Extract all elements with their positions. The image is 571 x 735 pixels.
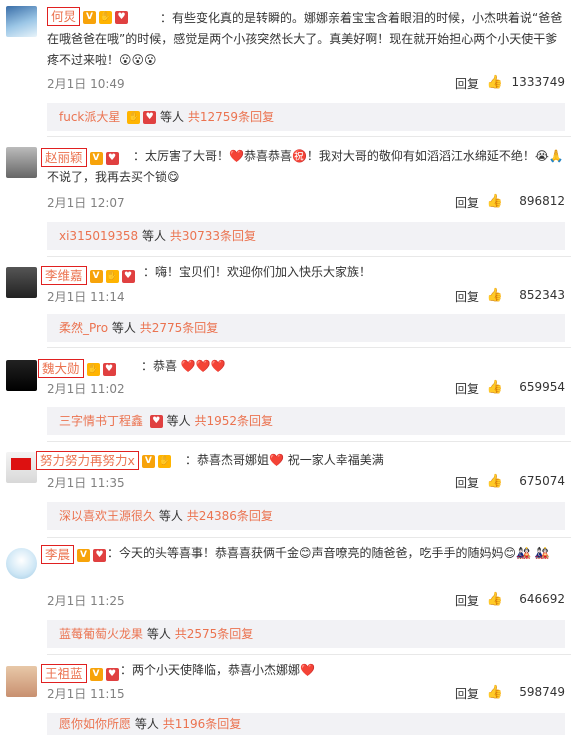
avatar[interactable]: [6, 452, 37, 483]
comment-item: 王祖蓝 V ♥ ：两个小天使降临，恭喜小杰娜娜❤️ 2月1日 11:15 回复 👍 …: [0, 656, 571, 735]
fan-badge-icon: ✋: [127, 111, 141, 124]
comment-item: 李维嘉 V ✋ ♥ ：嗨！宝贝们！欢迎你们加入快乐大家族！ 2月1日 11:14 回复…: [0, 257, 571, 348]
reply-user[interactable]: 蓝莓葡萄火龙果: [59, 627, 143, 641]
reply-count-link[interactable]: 共12759条回复: [188, 110, 274, 124]
comment-meta: 2月1日 11:14 回复 👍 852343: [47, 288, 565, 304]
reply-button[interactable]: 回复: [455, 194, 479, 211]
comment-time: 2月1日 11:14: [47, 290, 125, 304]
avatar[interactable]: [6, 6, 37, 37]
comment-item: 魏大勋 ✋ ♥ ：恭喜 ❤️❤️❤️ 2月1日 11:02 回复 👍 659954 …: [0, 348, 571, 442]
avatar[interactable]: [6, 666, 37, 697]
reply-summary[interactable]: fuck派大星 ✋ ♥ 等人 共12759条回复: [47, 103, 565, 131]
comment-meta: 2月1日 11:35 回复 👍 675074: [47, 474, 565, 490]
comment-time: 2月1日 11:02: [47, 382, 125, 396]
reply-mid: 等人: [134, 717, 159, 731]
reply-user[interactable]: 深以喜欢王源很久: [59, 509, 155, 523]
reply-user[interactable]: 三字情书丁程鑫: [59, 414, 143, 428]
reply-count-link[interactable]: 共2775条回复: [140, 321, 219, 335]
reply-summary[interactable]: 柔然_Pro 等人 共2775条回复: [47, 314, 565, 342]
comment-meta: 2月1日 10:49 回复 👍 1333749: [47, 75, 565, 91]
comment-text: ：太厉害了大哥！❤️恭喜恭喜㊗️！我对大哥的敬仰有如滔滔江水绵延不绝！😭🙏 不说…: [47, 149, 564, 184]
like-count: 659954: [519, 380, 565, 394]
like-icon[interactable]: 👍: [487, 75, 503, 90]
comment-meta: 2月1日 11:25 回复 👍 646692: [47, 592, 565, 608]
reply-user[interactable]: xi315019358: [59, 229, 138, 243]
reply-mid: 等人: [111, 321, 136, 335]
like-count: 852343: [519, 288, 565, 302]
comment-text: ：今天的头等喜事！恭喜喜获俩千金😊声音嘹亮的随爸爸，吃手手的随妈妈😊🎎 🎎: [107, 546, 550, 560]
reply-button[interactable]: 回复: [455, 75, 479, 92]
comment-time: 2月1日 11:15: [47, 687, 125, 701]
comment-text: ：恭喜杰哥娜姐❤️ 祝一家人幸福美满: [185, 453, 384, 467]
comment-time: 2月1日 11:25: [47, 594, 125, 608]
reply-button[interactable]: 回复: [455, 685, 479, 702]
reply-user[interactable]: fuck派大星: [59, 110, 120, 124]
like-count: 896812: [519, 194, 565, 208]
reply-user[interactable]: 柔然_Pro: [59, 321, 108, 335]
comment-text: ：恭喜 ❤️❤️❤️: [141, 359, 226, 373]
like-count: 646692: [519, 592, 565, 606]
membership-badge-icon: ♥: [149, 415, 163, 428]
comment-meta: 2月1日 11:02 回复 👍 659954: [47, 380, 565, 396]
comment-item: 努力努力再努力x V ✋ ：恭喜杰哥娜姐❤️ 祝一家人幸福美满 2月1日 11:35…: [0, 442, 571, 538]
flag-icon: [11, 458, 31, 470]
reply-button[interactable]: 回复: [455, 592, 479, 609]
comment-item: 赵丽颖 V ♥ ：太厉害了大哥！❤️恭喜恭喜㊗️！我对大哥的敬仰有如滔滔江水绵延不绝…: [0, 137, 571, 257]
reply-mid: 等人: [160, 110, 185, 124]
reply-mid: 等人: [146, 627, 171, 641]
reply-mid: 等人: [158, 509, 183, 523]
like-icon[interactable]: 👍: [487, 592, 503, 607]
like-icon[interactable]: 👍: [487, 194, 503, 209]
avatar[interactable]: [6, 147, 37, 178]
like-icon[interactable]: 👍: [487, 474, 503, 489]
reply-button[interactable]: 回复: [455, 288, 479, 305]
like-count: 1333749: [511, 75, 565, 89]
like-icon[interactable]: 👍: [487, 380, 503, 395]
reply-summary[interactable]: 三字情书丁程鑫 ♥ 等人 共1952条回复: [47, 407, 565, 435]
reply-button[interactable]: 回复: [455, 474, 479, 491]
divider: [47, 654, 571, 655]
like-icon[interactable]: 👍: [487, 288, 503, 303]
reply-count-link[interactable]: 共1196条回复: [163, 717, 242, 731]
membership-badge-icon: ♥: [143, 111, 157, 124]
avatar[interactable]: [6, 267, 37, 298]
reply-summary[interactable]: xi315019358 等人 共30733条回复: [47, 222, 565, 250]
comment-meta: 2月1日 12:07 回复 👍 896812: [47, 194, 565, 210]
comment-meta: 2月1日 11:15 回复 👍 598749: [47, 685, 565, 701]
avatar[interactable]: [6, 360, 37, 391]
reply-button[interactable]: 回复: [455, 380, 479, 397]
reply-mid: 等人: [166, 414, 191, 428]
comment-text: ：有些变化真的是转瞬的。娜娜亲着宝宝含着眼泪的时候，小杰哄着说“爸爸在哦爸爸在哦…: [47, 11, 563, 67]
reply-user[interactable]: 愿你如你所愿: [59, 717, 131, 731]
reply-count-link[interactable]: 共24386条回复: [187, 509, 273, 523]
comment-time: 2月1日 11:35: [47, 476, 125, 490]
like-count: 675074: [519, 474, 565, 488]
reply-count-link[interactable]: 共30733条回复: [170, 229, 256, 243]
reply-summary[interactable]: 蓝莓葡萄火龙果 等人 共2575条回复: [47, 620, 565, 648]
reply-summary[interactable]: 愿你如你所愿 等人 共1196条回复: [47, 713, 565, 735]
comment-item: 李晨 V ♥ ：今天的头等喜事！恭喜喜获俩千金😊声音嘹亮的随爸爸，吃手手的随妈妈😊🎎…: [0, 538, 571, 655]
reply-mid: 等人: [141, 229, 166, 243]
comment-text: ：嗨！宝贝们！欢迎你们加入快乐大家族！: [143, 265, 372, 279]
like-icon[interactable]: 👍: [487, 685, 503, 700]
reply-count-link[interactable]: 共1952条回复: [195, 414, 274, 428]
reply-summary[interactable]: 深以喜欢王源很久 等人 共24386条回复: [47, 502, 565, 530]
comment-time: 2月1日 12:07: [47, 196, 125, 210]
comment-item: 何炅 V ✋ ♥ ：有些变化真的是转瞬的。娜娜亲着宝宝含着眼泪的时候，小杰哄着说“爸爸…: [0, 0, 571, 137]
like-count: 598749: [519, 685, 565, 699]
comment-time: 2月1日 10:49: [47, 77, 125, 91]
avatar[interactable]: [6, 548, 37, 579]
reply-count-link[interactable]: 共2575条回复: [175, 627, 254, 641]
comment-text: ：两个小天使降临，恭喜小杰娜娜❤️: [120, 663, 315, 677]
